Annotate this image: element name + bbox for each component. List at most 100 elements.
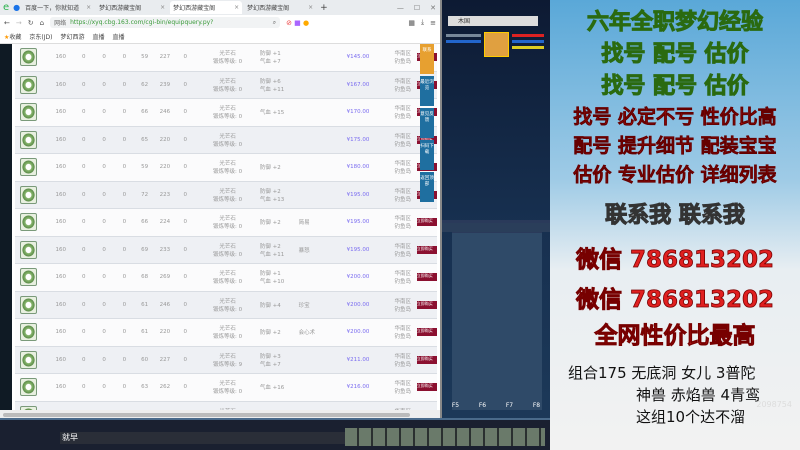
buy-button[interactable]: 立即购买 [416, 383, 437, 392]
gem-text: 光芒石 [219, 51, 236, 58]
server-text: 华南区 [394, 161, 412, 168]
table-row[interactable]: 160 0 0 0 62 239 0 光芒石 锻炼等级: 0 防御 +6 气血 +11 ¥167.00… [15, 71, 437, 99]
extension-icons[interactable]: ⊘ ■ ● [286, 19, 309, 27]
cell-b: 0 [102, 246, 106, 253]
bookmark-mhxy[interactable]: 梦幻西游 [60, 32, 84, 41]
floating-side-panel: 联系 最近浏览 意见反馈 扫码下载 返回顶部 [420, 44, 434, 202]
side-feedback-button[interactable]: 意见反馈 [420, 108, 434, 138]
tab-bar: e ● 百度一下，你就知道 × 梦幻西游藏宝阁 × 梦幻西游藏宝阁 × 梦幻西游藏宝阁… [0, 0, 440, 15]
table-row[interactable]: 160000722310光芒石锻炼等级: 0防御 +1¥222.00华南区钓鱼岛… [15, 401, 437, 410]
game-tab[interactable]: 木国 [448, 16, 538, 26]
forward-icon[interactable]: → [16, 19, 22, 27]
new-tab-icon[interactable]: + [320, 3, 328, 13]
equipment-ring-icon[interactable] [20, 185, 37, 204]
cell-d: 68 [141, 274, 149, 281]
buy-button[interactable]: 立即购买 [416, 245, 437, 254]
buy-button[interactable]: 立即购买 [416, 273, 437, 282]
table-row[interactable]: 160 0 0 0 61 220 0 光芒石 锻炼等级: 0 防御 +2 会心术 ¥200.00 华南区… [15, 319, 437, 347]
search-icon[interactable]: ⌕ [273, 19, 276, 27]
equipment-ring-icon[interactable] [20, 350, 37, 369]
server-text: 华南区 [394, 106, 412, 113]
bookmark-jd[interactable]: 京东(JD) [29, 32, 52, 41]
tab-cbg-2[interactable]: 梦幻西游藏宝阁 × [170, 1, 243, 14]
table-row[interactable]: 160 0 0 0 60 227 0 光芒石 锻炼等级: 9 防御 +3 气血 +7 ¥211.00 华… [15, 346, 437, 374]
equipment-ring-icon[interactable] [20, 48, 37, 67]
side-top-button[interactable]: 返回顶部 [420, 172, 434, 202]
equipment-ring-icon[interactable] [20, 295, 37, 314]
bookmark-favorites[interactable]: ★收藏 [4, 32, 21, 41]
equipment-ring-icon[interactable] [20, 130, 37, 149]
url-input[interactable]: 网络 https://xyq.cbg.163.com/cgi-bin/equipq… [50, 17, 281, 28]
table-row[interactable]: 160 0 0 0 72 223 0 光芒石 锻炼等级: 0 防御 +2 气血 +13 ¥195.00… [15, 181, 437, 209]
tab-cbg-3[interactable]: 梦幻西游藏宝阁 × [244, 1, 316, 14]
download-icon[interactable]: ⤓ [421, 18, 424, 27]
forge-text: 锻炼等级: 0 [213, 279, 243, 286]
back-icon[interactable]: ← [4, 19, 10, 27]
cell-f: 0 [183, 219, 187, 226]
equipment-ring-icon[interactable] [20, 268, 37, 287]
attr-text: 防御 +6 [259, 78, 281, 85]
table-row[interactable]: 160 0 0 0 66 246 0 光芒石 锻炼等级: 0 气血 +15 ¥170.00 华南区 钓鱼… [15, 99, 437, 127]
tab-baidu[interactable]: 百度一下，你就知道 × [22, 1, 94, 14]
game-menu-icons[interactable] [345, 428, 545, 446]
close-tab-icon[interactable]: × [308, 4, 313, 11]
side-contact-button[interactable]: 联系 [420, 44, 434, 74]
equipment-ring-icon[interactable] [20, 75, 37, 94]
table-row[interactable]: 160 0 0 0 69 233 0 光芒石 锻炼等级: 0 防御 +2 气血 +11 暴怒 ¥195.… [15, 236, 437, 264]
cell-gem: 光芒石锻炼等级: 0 [195, 77, 260, 93]
hotkey-f8[interactable]: F8 [533, 402, 540, 409]
game-bottom-bar: 就早 [0, 418, 550, 450]
tab-cbg-1[interactable]: 梦幻西游藏宝阁 × [96, 1, 168, 14]
browser-menu-icon[interactable]: ● [13, 3, 20, 12]
home-icon[interactable]: ⌂ [40, 19, 44, 27]
bookmark-live-2[interactable]: 直播 [113, 32, 125, 41]
close-tab-icon[interactable]: × [234, 4, 239, 11]
bookmark-live-1[interactable]: 直播 [93, 32, 105, 41]
cell-gem: 光芒石锻炼等级: 0 [195, 104, 260, 120]
table-row[interactable]: 160 0 0 0 59 220 0 光芒石 锻炼等级: 0 防御 +2 ¥180.00 华南区 钓鱼岛… [15, 154, 437, 182]
table-row[interactable]: 160 0 0 0 65 220 0 光芒石 锻炼等级: 0 ¥175.00 华南区 钓鱼岛 立即购买 [15, 126, 437, 154]
equipment-ring-icon[interactable] [20, 378, 37, 397]
table-row[interactable]: 160 0 0 0 66 224 0 光芒石 锻炼等级: 0 防御 +2 简易 ¥195.00 华南区钓… [15, 209, 437, 237]
table-row[interactable]: 160 0 0 0 59 227 0 光芒石 锻炼等级: 0 防御 +1 气血 +7 ¥145.00 华… [15, 44, 437, 72]
side-recent-button[interactable]: 最近浏览 [420, 76, 434, 106]
buy-button[interactable]: 立即购买 [416, 300, 437, 309]
equipment-ring-icon[interactable] [20, 240, 37, 259]
cell-d: 66 [141, 109, 149, 116]
address-bar: ← → ↻ ⌂ 网络 https://xyq.cbg.163.com/cgi-bi… [0, 15, 440, 30]
cell-price: ¥200.00 [346, 274, 370, 281]
maximize-icon[interactable]: ☐ [414, 4, 420, 12]
buy-button[interactable]: 立即购买 [416, 355, 437, 364]
close-window-icon[interactable]: ✕ [430, 4, 436, 12]
reload-icon[interactable]: ↻ [28, 19, 34, 27]
cell-special: 暴怒 [298, 247, 310, 254]
cell-level: 160 [55, 274, 66, 281]
equipment-ring-icon[interactable] [20, 103, 37, 122]
side-download-button[interactable]: 扫码下载 [420, 140, 434, 170]
equipment-ring-icon[interactable] [20, 158, 37, 177]
scrollbar-thumb[interactable] [3, 413, 410, 417]
cell-gem: 光芒石锻炼等级: 0 [195, 214, 260, 230]
buy-button[interactable]: 立即购买 [416, 328, 437, 337]
table-row[interactable]: 160 0 0 0 68 269 0 光芒石 锻炼等级: 0 防御 +1 气血 +10 ¥200.00… [15, 264, 437, 292]
table-row[interactable]: 160 0 0 0 63 262 0 光芒石 锻炼等级: 0 气血 +16 ¥216.00 华南区 钓鱼… [15, 374, 437, 402]
hotkey-f7[interactable]: F7 [506, 402, 513, 409]
attr-text: 防御 +1 [259, 51, 281, 58]
cell-gem: 光芒石锻炼等级: 0 [195, 159, 260, 175]
apps-icon[interactable]: ▦ [408, 19, 415, 27]
character-portrait[interactable] [484, 32, 509, 57]
buy-button[interactable]: 立即购买 [416, 218, 437, 227]
chat-input[interactable]: 就早 [60, 432, 360, 444]
room-number-watermark: 2098754 [756, 400, 792, 409]
table-row[interactable]: 160 0 0 0 61 246 0 光芒石 锻炼等级: 0 防御 +4 珍宝 ¥200.00 华南区钓… [15, 291, 437, 319]
hotkey-f5[interactable]: F5 [452, 402, 459, 409]
equipment-ring-icon[interactable] [20, 213, 37, 232]
minimize-icon[interactable]: — [397, 4, 404, 12]
close-tab-icon[interactable]: × [86, 4, 91, 11]
cell-attrs: 防御 +2 [260, 218, 299, 226]
hotkey-f6[interactable]: F6 [479, 402, 486, 409]
equipment-ring-icon[interactable] [20, 323, 37, 342]
close-tab-icon[interactable]: × [160, 4, 165, 11]
menu-icon[interactable]: ≡ [430, 19, 436, 27]
attr-text: 防御 +2 [259, 243, 281, 250]
